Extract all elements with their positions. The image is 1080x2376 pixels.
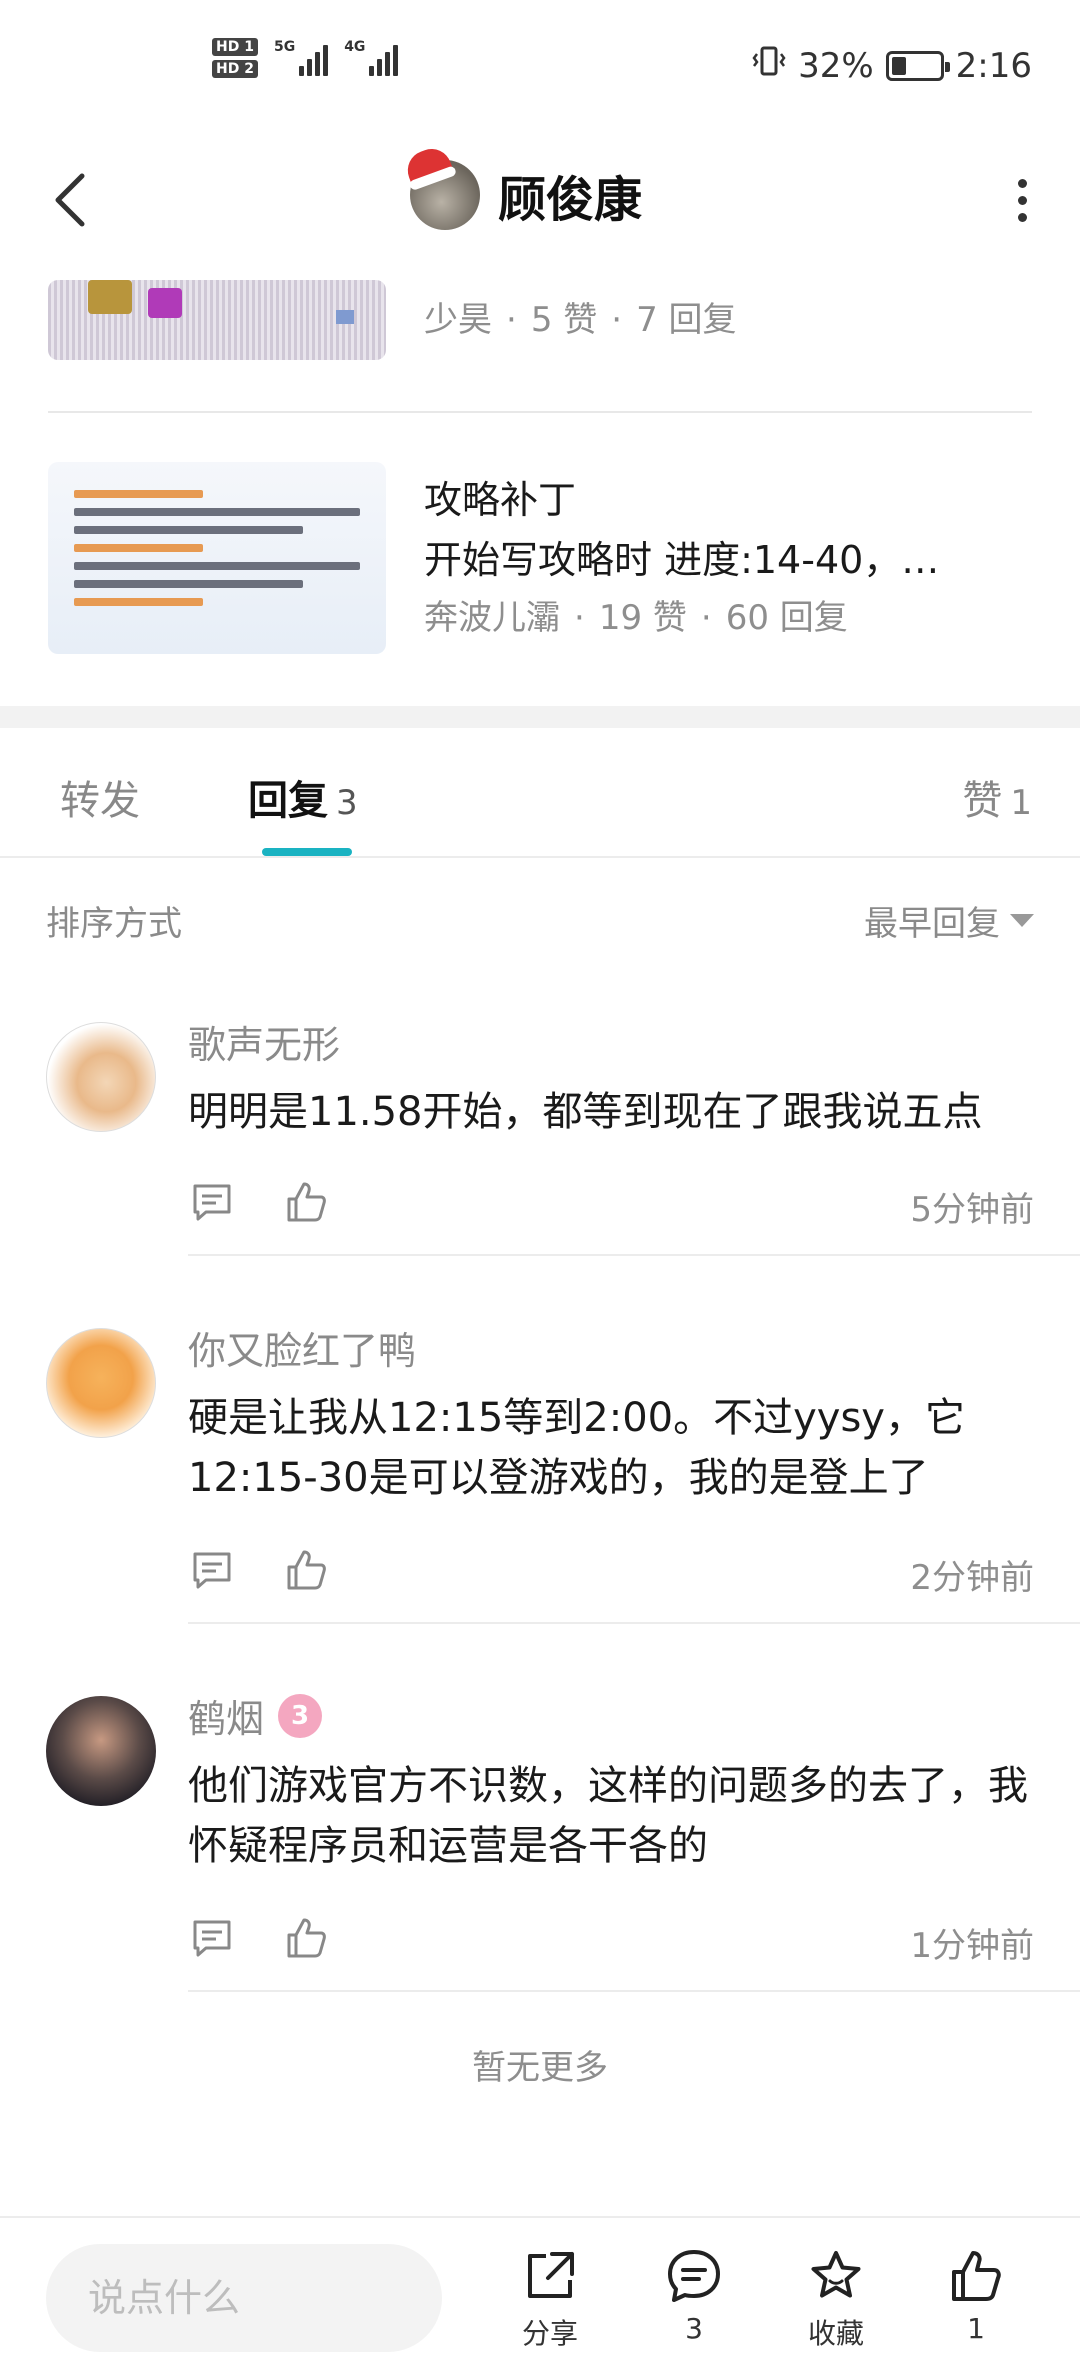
avatar[interactable] xyxy=(46,1328,156,1438)
post-replies: 7 回复 xyxy=(636,300,737,340)
share-icon xyxy=(528,2252,574,2298)
thumbs-up-icon xyxy=(287,1918,326,1958)
avatar[interactable] xyxy=(46,1022,156,1132)
signal-4g-icon: 4G xyxy=(344,40,399,76)
battery-percent: 32% xyxy=(798,45,874,86)
post-author: 少昊 xyxy=(424,300,492,340)
post-meta: 少昊 · 5 赞 · 7 回复 xyxy=(424,300,737,340)
comments-count: 3 xyxy=(685,2312,703,2345)
tab-forward[interactable]: 转发 xyxy=(60,768,140,826)
star-icon xyxy=(811,2251,861,2298)
signal-indicators: HD 1 HD 2 5G 4G xyxy=(212,38,399,78)
like-button[interactable] xyxy=(282,1546,330,1594)
post-thumbnail xyxy=(48,462,386,654)
comment-author[interactable]: 鹤烟 xyxy=(188,1688,264,1743)
post-replies: 60 回复 xyxy=(725,598,848,638)
post-likes: 19 赞 xyxy=(598,598,687,638)
comment-bubble-icon xyxy=(193,1920,231,1957)
likes-count: 1 xyxy=(967,2312,985,2345)
like-button[interactable] xyxy=(282,1178,330,1226)
favorite-label: 收藏 xyxy=(807,2317,864,2350)
like-button[interactable] xyxy=(282,1914,330,1962)
divider xyxy=(48,411,1032,413)
comment-actions: 2分钟前 xyxy=(188,1538,1034,1598)
bottom-action-bar: 说点什么 分享 3 收藏 1 xyxy=(0,2216,1080,2376)
sort-value: 最早回复 xyxy=(864,904,1000,944)
reply-button[interactable] xyxy=(188,1546,236,1594)
tab-forward-label: 转发 xyxy=(60,778,140,824)
comment-actions: 5分钟前 xyxy=(188,1170,1034,1230)
sim1-hd-tag: HD 1 xyxy=(212,38,258,56)
comment-time: 2分钟前 xyxy=(910,1558,1034,1598)
comment-actions: 1分钟前 xyxy=(188,1906,1034,1966)
divider xyxy=(188,1254,1080,1256)
level-badge: 3 xyxy=(278,1693,323,1738)
status-bar: HD 1 HD 2 5G 4G 32% 2:16 xyxy=(0,0,1080,130)
comment-time: 5分钟前 xyxy=(910,1190,1034,1230)
post-desc: 开始写攻略时 进度:14-40，… xyxy=(424,538,940,582)
share-label: 分享 xyxy=(521,2317,578,2350)
reply-button[interactable] xyxy=(188,1178,236,1226)
comment-bubble-icon xyxy=(193,1552,231,1589)
related-post[interactable]: 少昊 · 5 赞 · 7 回复 xyxy=(48,280,1032,360)
section-separator xyxy=(0,706,1080,728)
active-tab-indicator xyxy=(262,848,352,856)
battery-icon xyxy=(885,50,950,81)
post-title: 攻略补丁 xyxy=(424,478,577,522)
thumbs-up-icon xyxy=(287,1182,326,1222)
related-post[interactable]: 攻略补丁 开始写攻略时 进度:14-40，… 奔波儿灞 · 19 赞 · 60 回复 xyxy=(48,462,1032,654)
chevron-left-icon xyxy=(55,173,85,227)
favorite-button[interactable]: 收藏 xyxy=(786,2246,886,2352)
top-bar: 顾俊康 xyxy=(0,143,1080,250)
comment-text: 明明是11.58开始，都等到现在了跟我说五点 xyxy=(188,1089,983,1135)
tab-likes[interactable]: 赞1 xyxy=(962,768,1032,826)
share-button[interactable]: 分享 xyxy=(500,2246,600,2352)
signal-5g-icon: 5G xyxy=(274,40,329,76)
comment-input[interactable]: 说点什么 xyxy=(46,2244,442,2352)
tab-replies-count: 3 xyxy=(336,783,358,823)
more-options-button[interactable] xyxy=(994,172,1050,228)
divider xyxy=(188,1990,1080,1992)
clock: 2:16 xyxy=(955,45,1032,86)
reply-button[interactable] xyxy=(188,1914,236,1962)
post-thumbnail xyxy=(48,280,386,360)
comment-time: 1分钟前 xyxy=(910,1926,1034,1966)
tab-replies[interactable]: 回复 3 xyxy=(248,768,358,826)
comments-button[interactable]: 3 xyxy=(644,2246,744,2345)
thumbs-up-icon xyxy=(952,2251,1001,2301)
like-post-button[interactable]: 1 xyxy=(926,2246,1026,2345)
tab-bar: 转发 回复 3 赞1 xyxy=(0,728,1080,858)
back-button[interactable] xyxy=(40,168,100,232)
tab-likes-count: 1 xyxy=(1010,783,1032,823)
vibrate-icon xyxy=(752,44,786,87)
post-meta: 奔波儿灞 · 19 赞 · 60 回复 xyxy=(424,598,848,638)
caret-down-icon xyxy=(1010,914,1034,927)
post-likes: 5 赞 xyxy=(530,300,598,340)
author-header[interactable]: 顾俊康 xyxy=(402,143,643,230)
comment-icon xyxy=(668,2250,720,2302)
page-title: 顾俊康 xyxy=(498,172,643,228)
thumbs-up-icon xyxy=(287,1550,326,1590)
sort-row: 排序方式 最早回复 xyxy=(46,890,1034,950)
sort-label: 排序方式 xyxy=(46,904,182,944)
comment-text: 硬是让我从12:15等到2:00。不过yysy，它12:15-30是可以登游戏的… xyxy=(188,1395,965,1501)
comment-text: 他们游戏官方不识数，这样的问题多的去了，我怀疑程序员和运营是各干各的 xyxy=(188,1763,1028,1869)
avatar[interactable] xyxy=(46,1696,156,1806)
no-more-text: 暂无更多 xyxy=(472,2048,608,2088)
comment-author[interactable]: 歌声无形 xyxy=(188,1014,340,1069)
tab-replies-label: 回复 xyxy=(248,778,328,824)
author-avatar[interactable] xyxy=(402,143,480,230)
santa-hat-icon xyxy=(402,143,454,187)
comment-bubble-icon xyxy=(193,1184,231,1221)
sort-dropdown[interactable]: 最早回复 xyxy=(864,896,1034,945)
divider xyxy=(188,1622,1080,1624)
tab-likes-label: 赞 xyxy=(962,778,1003,824)
post-author: 奔波儿灞 xyxy=(424,598,560,638)
sim2-hd-tag: HD 2 xyxy=(212,60,258,78)
comment-author[interactable]: 你又脸红了鸭 xyxy=(188,1320,416,1375)
